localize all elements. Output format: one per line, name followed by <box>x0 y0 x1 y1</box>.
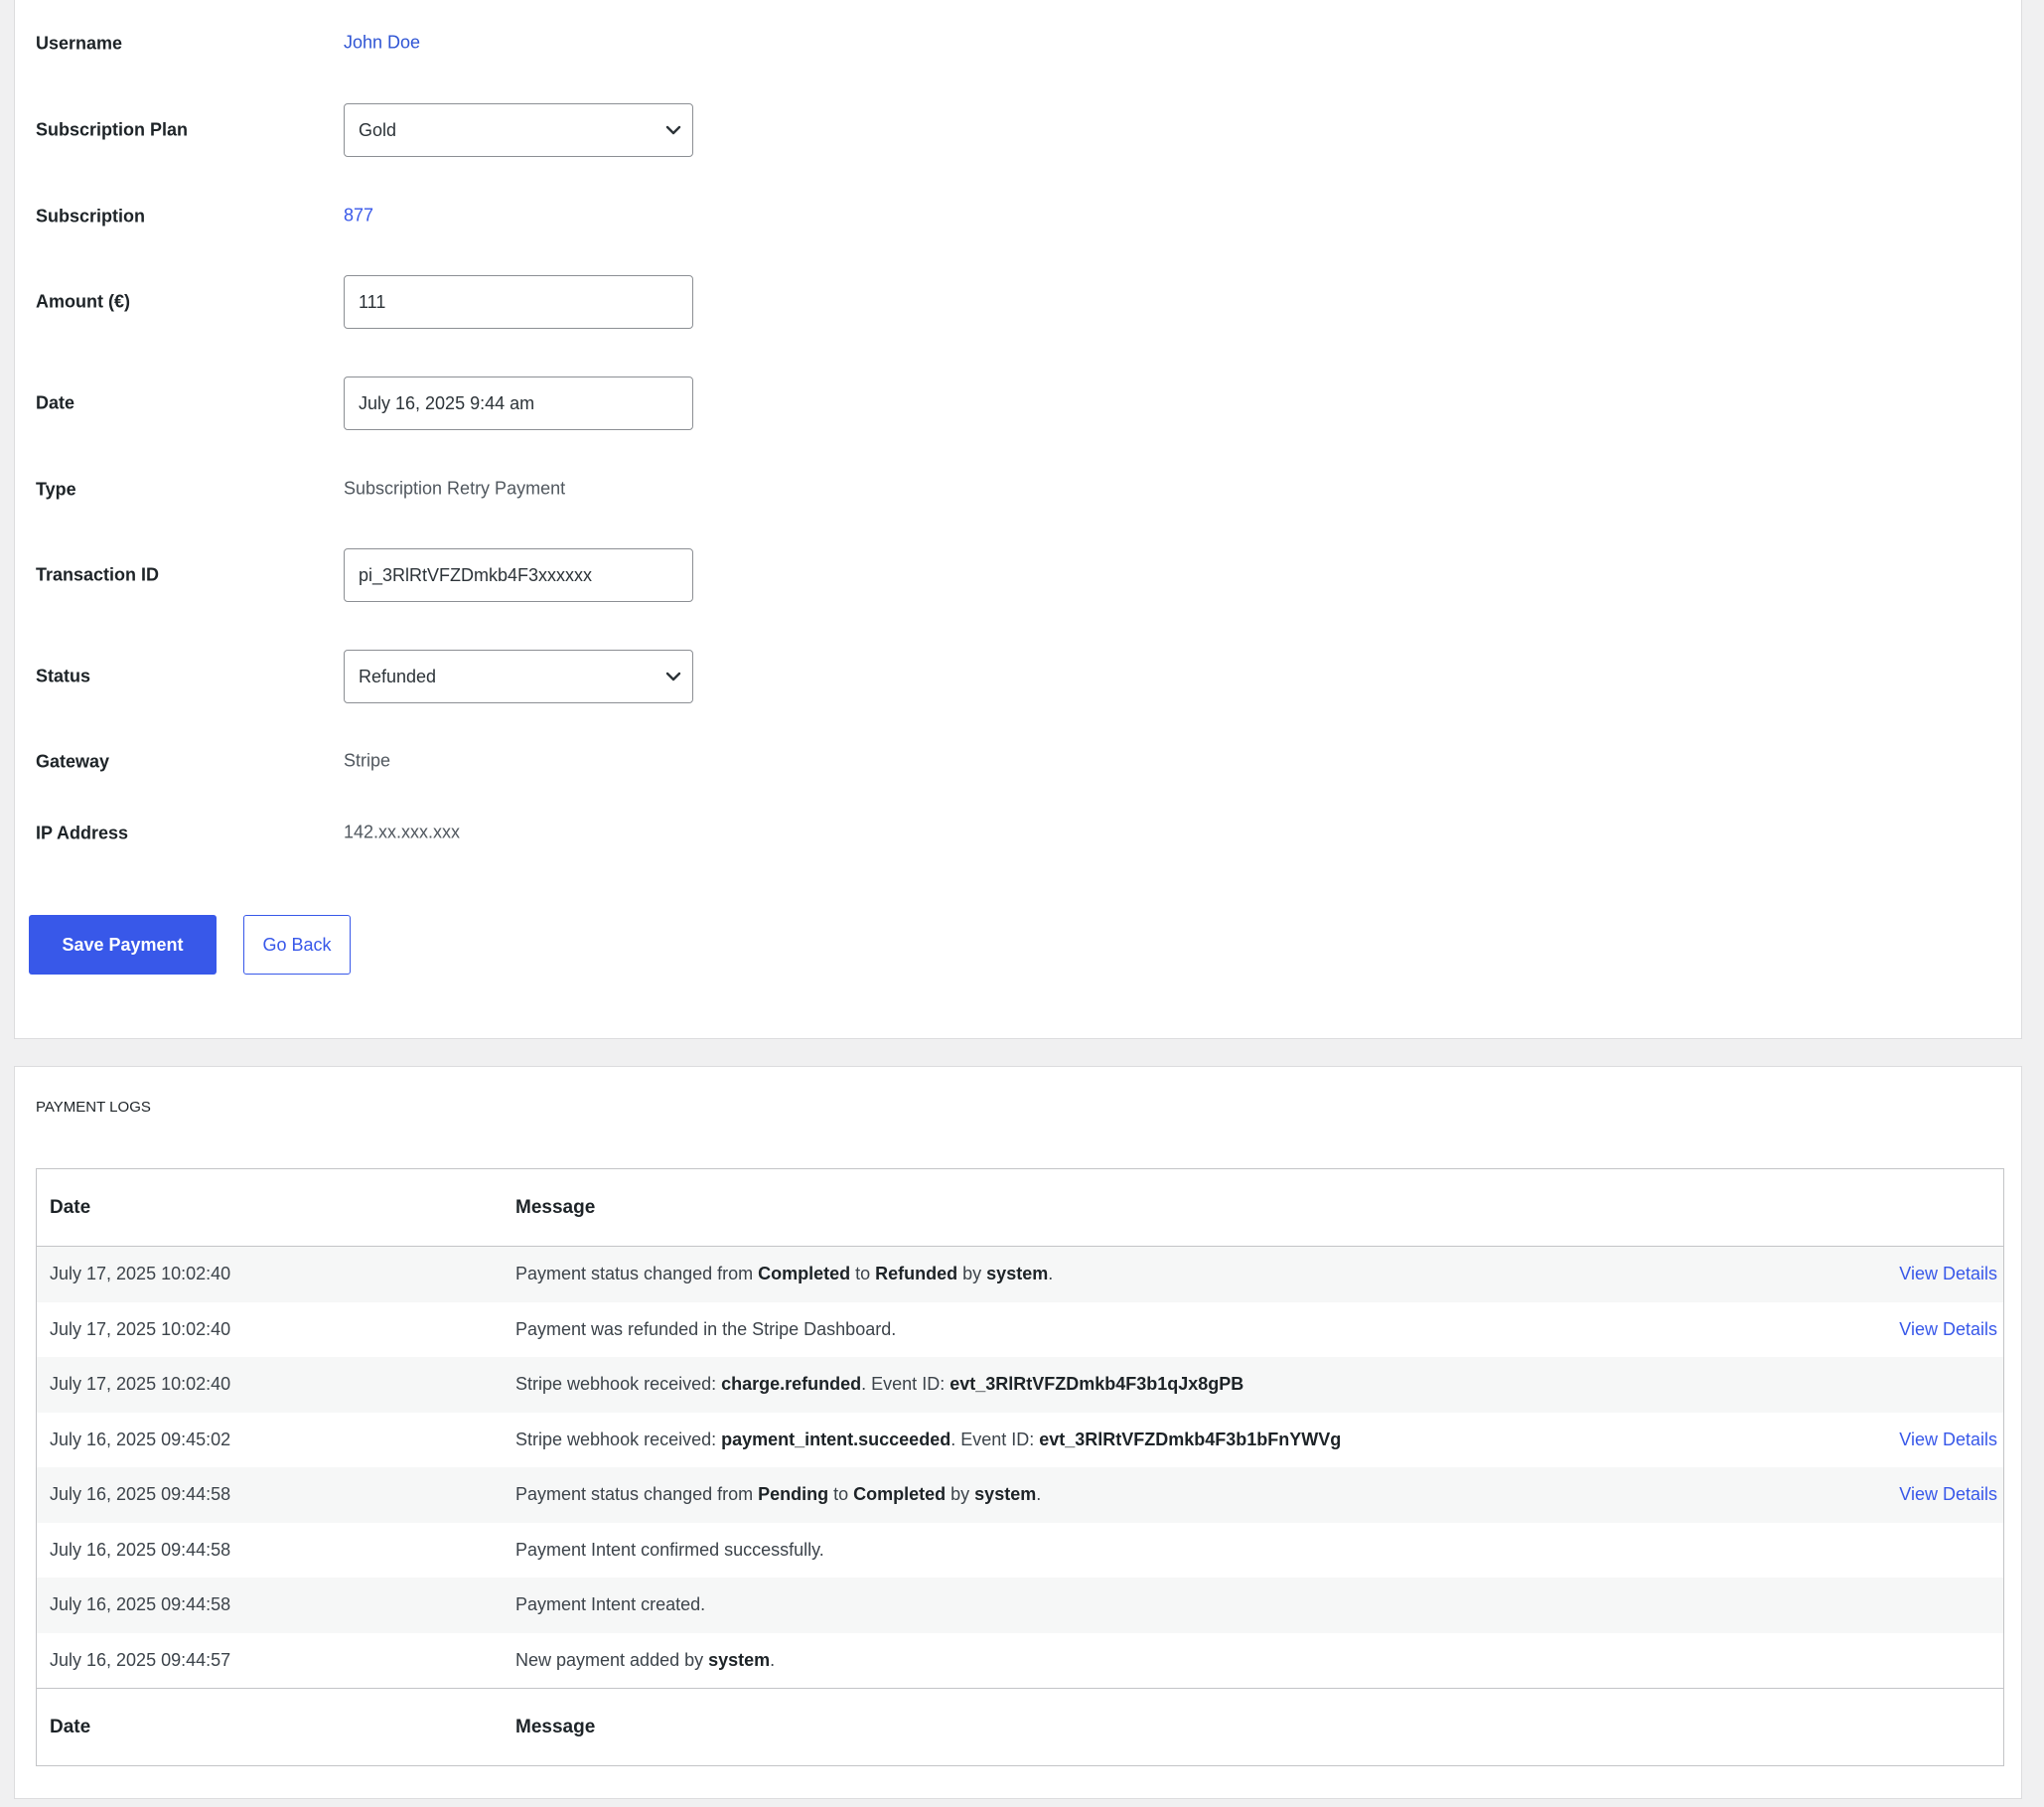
log-date: July 17, 2025 10:02:40 <box>50 1374 231 1395</box>
log-message-text: Payment status changed from <box>515 1264 759 1284</box>
payment-logs-table: Date Message July 17, 2025 10:02:40 Payme… <box>36 1168 2004 1766</box>
log-message-text: Payment Intent confirmed successfully. <box>515 1539 824 1560</box>
payment-logs-title: PAYMENT LOGS <box>36 1099 151 1116</box>
table-footer: Date Message <box>37 1688 2003 1765</box>
log-date: July 16, 2025 09:45:02 <box>50 1429 231 1449</box>
log-message-text: by <box>946 1484 975 1505</box>
table-row: July 17, 2025 10:02:40 Payment was refund… <box>37 1302 2003 1358</box>
amount-label: Amount (€) <box>36 291 130 312</box>
log-message-text: . <box>1048 1264 1054 1284</box>
date-value: July 16, 2025 9:44 am <box>359 392 535 413</box>
date-label: Date <box>36 392 75 413</box>
view-details-link[interactable]: View Details <box>1899 1484 1997 1505</box>
log-date: July 16, 2025 09:44:58 <box>50 1594 231 1615</box>
view-details-link[interactable]: View Details <box>1899 1264 1997 1284</box>
log-message: Payment was refunded in the Stripe Dashb… <box>515 1319 2003 1340</box>
log-message-text: to <box>828 1484 854 1505</box>
log-message-emphasis: charge.refunded <box>721 1374 862 1395</box>
header-date: Date <box>50 1196 91 1218</box>
log-message-emphasis: system <box>974 1484 1037 1505</box>
log-message: Stripe webhook received: charge.refunded… <box>515 1374 2003 1395</box>
chevron-down-icon <box>664 121 682 139</box>
ip-address-label: IP Address <box>36 823 129 843</box>
username-link[interactable]: John Doe <box>344 33 420 54</box>
table-header: Date Message <box>37 1169 2003 1247</box>
transaction-id-input[interactable]: pi_3RlRtVFZDmkb4F3xxxxxx <box>344 548 693 602</box>
log-message-emphasis: evt_3RlRtVFZDmkb4F3b1qJx8gPB <box>949 1374 1244 1395</box>
transaction-id-value: pi_3RlRtVFZDmkb4F3xxxxxx <box>359 564 593 585</box>
table-body: July 17, 2025 10:02:40 Payment status cha… <box>37 1247 2003 1688</box>
log-message-text: Stripe webhook received: <box>515 1429 722 1449</box>
subscription-plan-value: Gold <box>359 119 397 140</box>
go-back-button[interactable]: Go Back <box>243 915 351 975</box>
log-message-emphasis: system <box>986 1264 1049 1284</box>
gateway-label: Gateway <box>36 751 110 772</box>
log-message-emphasis: Completed <box>853 1484 947 1505</box>
log-message: Payment status changed from Pending to C… <box>515 1484 2003 1505</box>
log-message-text: New payment added by <box>515 1649 709 1670</box>
save-payment-button[interactable]: Save Payment <box>29 915 217 975</box>
log-date: July 16, 2025 09:44:58 <box>50 1539 231 1560</box>
table-row: July 16, 2025 09:44:57 New payment added … <box>37 1633 2003 1689</box>
log-message-text: . Event ID: <box>950 1429 1040 1449</box>
subscription-link[interactable]: 877 <box>344 206 373 226</box>
table-row: July 17, 2025 10:02:40 Stripe webhook rec… <box>37 1357 2003 1413</box>
log-message: Payment Intent created. <box>515 1594 2003 1615</box>
table-row: July 17, 2025 10:02:40 Payment status cha… <box>37 1247 2003 1302</box>
header-message: Message <box>515 1196 596 1218</box>
log-message-emphasis: payment_intent.succeeded <box>721 1429 951 1449</box>
log-message-text: . <box>1036 1484 1042 1505</box>
log-message-text: to <box>850 1264 876 1284</box>
log-message-text: Payment was refunded in the Stripe Dashb… <box>515 1318 897 1339</box>
ip-address-value: 142.xx.xxx.xxx <box>344 822 461 842</box>
payment-edit-panel: Username John Doe Subscription Plan Gold… <box>14 0 2022 1039</box>
log-message: Payment Intent confirmed successfully. <box>515 1540 2003 1561</box>
username-label: Username <box>36 33 123 54</box>
log-message-text: Stripe webhook received: <box>515 1374 722 1395</box>
log-message-text: Payment Intent created. <box>515 1594 706 1615</box>
status-select[interactable]: Refunded <box>344 650 693 703</box>
table-row: July 16, 2025 09:44:58 Payment Intent con… <box>37 1523 2003 1579</box>
log-message-text: . <box>770 1649 776 1670</box>
table-row: July 16, 2025 09:45:02 Stripe webhook rec… <box>37 1413 2003 1468</box>
log-message-text: by <box>957 1264 987 1284</box>
subscription-label: Subscription <box>36 206 146 226</box>
status-value: Refunded <box>359 666 437 686</box>
view-details-link[interactable]: View Details <box>1899 1319 1997 1340</box>
log-message: New payment added by system. <box>515 1650 2003 1671</box>
log-message-text: . Event ID: <box>861 1374 950 1395</box>
chevron-down-icon <box>664 668 682 685</box>
subscription-plan-label: Subscription Plan <box>36 119 189 140</box>
type-label: Type <box>36 479 76 500</box>
log-date: July 17, 2025 10:02:40 <box>50 1264 231 1284</box>
amount-input[interactable]: 111 <box>344 275 693 329</box>
log-message-emphasis: Pending <box>758 1484 829 1505</box>
amount-value: 111 <box>359 291 386 312</box>
view-details-link[interactable]: View Details <box>1899 1430 1997 1450</box>
log-message-emphasis: Completed <box>758 1264 851 1284</box>
log-date: July 17, 2025 10:02:40 <box>50 1318 231 1339</box>
subscription-plan-select[interactable]: Gold <box>344 103 693 157</box>
log-date: July 16, 2025 09:44:58 <box>50 1484 231 1505</box>
log-date: July 16, 2025 09:44:57 <box>50 1649 231 1670</box>
status-label: Status <box>36 666 91 686</box>
log-message: Payment status changed from Completed to… <box>515 1264 2003 1284</box>
log-message: Stripe webhook received: payment_intent.… <box>515 1430 2003 1450</box>
log-message-emphasis: evt_3RlRtVFZDmkb4F3b1bFnYWVg <box>1039 1429 1342 1449</box>
footer-message: Message <box>515 1716 596 1737</box>
table-row: July 16, 2025 09:44:58 Payment Intent cre… <box>37 1578 2003 1633</box>
log-message-text: Payment status changed from <box>515 1484 759 1505</box>
type-value: Subscription Retry Payment <box>344 478 566 499</box>
log-message-emphasis: system <box>708 1649 771 1670</box>
date-input[interactable]: July 16, 2025 9:44 am <box>344 376 693 430</box>
table-row: July 16, 2025 09:44:58 Payment status cha… <box>37 1467 2003 1523</box>
gateway-value: Stripe <box>344 750 391 771</box>
log-message-emphasis: Refunded <box>875 1264 958 1284</box>
transaction-id-label: Transaction ID <box>36 564 160 585</box>
payment-logs-panel: PAYMENT LOGS Date Message July 17, 2025 … <box>14 1066 2022 1799</box>
footer-date: Date <box>50 1716 91 1737</box>
